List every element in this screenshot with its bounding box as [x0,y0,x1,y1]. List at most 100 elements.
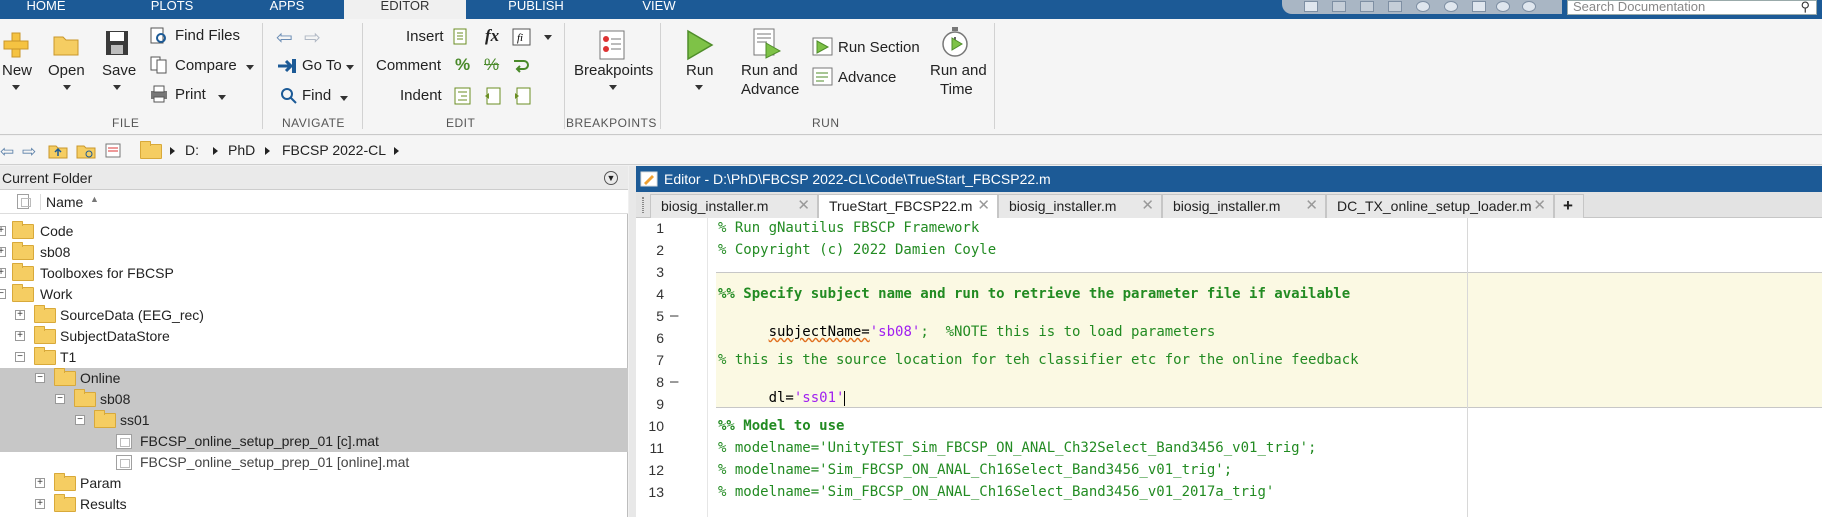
code-line[interactable]: subjectName='sb08'; %NOTE this is to loa… [718,308,1216,356]
insert-function-icon[interactable]: fx [485,26,499,46]
print-button[interactable]: Print [175,86,206,103]
editor-tab-biosig-installer-1[interactable]: biosig_installer.m ✕ [650,194,818,218]
search-icon[interactable]: ⚲ [1800,0,1810,13]
forward-icon[interactable]: ⇨ [22,142,36,162]
editor-tab-biosig-installer-3[interactable]: biosig_installer.m ✕ [1162,194,1326,218]
panel-actions-icon[interactable]: ▼ [604,171,618,185]
tab-home[interactable]: HOME [0,0,92,19]
advance-button[interactable]: Advance [838,69,896,86]
tree-folder-toolboxes[interactable]: + Toolboxes for FBCSP [0,263,628,284]
undo-icon[interactable] [1416,1,1430,12]
find-button[interactable]: Find [302,87,331,104]
insert-fi-icon[interactable]: fi [512,28,532,46]
run-and-advance-label-2[interactable]: Advance [741,81,799,98]
back-icon[interactable]: ⇦ [0,142,14,162]
tree-folder-results[interactable]: + Results [0,494,628,515]
save-button[interactable]: Save [102,62,136,79]
editor-tab-dc-tx-loader[interactable]: DC_TX_online_setup_loader.m ✕ [1326,194,1554,218]
expand-icon[interactable]: + [35,499,45,509]
uncomment-icon[interactable]: % [484,55,499,75]
code-line[interactable]: % Copyright (c) 2022 Damien Coyle [718,242,996,258]
switch-windows-icon[interactable] [1472,1,1486,12]
redo-icon[interactable] [1444,1,1458,12]
breakpoint-dash[interactable]: – [670,374,678,390]
insert-dropdown-caret[interactable] [544,35,552,40]
crumb-phd[interactable]: PhD [228,142,255,158]
collapse-icon[interactable]: − [15,352,25,362]
search-folder-icon[interactable] [104,142,124,159]
cut-icon[interactable] [1332,1,1346,12]
run-dropdown-caret[interactable] [695,85,703,90]
tab-apps[interactable]: APPS [232,0,342,19]
close-tab-icon[interactable]: ✕ [797,195,810,217]
tree-folder-subjectdatastore[interactable]: + SubjectDataStore [0,326,628,347]
new-dropdown-caret[interactable] [12,85,20,90]
community-icon[interactable] [1522,1,1536,12]
back-arrow-icon[interactable]: ⇦ [276,25,293,50]
close-tab-icon[interactable]: ✕ [1141,195,1154,217]
tab-publish[interactable]: PUBLISH [476,0,596,19]
code-area[interactable]: 1 2 3 4 5 – 6 7 8 – 9 10 11 12 13 % Run … [636,218,1822,517]
tree-folder-sb08[interactable]: + sb08 [0,242,628,263]
open-dropdown-caret[interactable] [63,85,71,90]
collapse-icon[interactable]: − [0,289,6,299]
collapse-icon[interactable]: − [35,373,45,383]
forward-arrow-icon[interactable]: ⇨ [304,25,321,50]
code-line[interactable]: % modelname='Sim_FBCSP_ON_ANAL_Ch16Selec… [718,484,1274,500]
code-line[interactable]: dl='ss01' [718,374,846,422]
breakpoints-button[interactable]: Breakpoints [574,62,653,79]
go-to-button[interactable]: Go To [302,57,342,74]
up-folder-icon[interactable] [48,142,68,159]
find-files-button[interactable]: Find Files [175,27,240,44]
code-line[interactable]: % modelname='Sim_FBCSP_ON_ANAL_Ch16Selec… [718,462,1232,478]
tree-folder-online[interactable]: − Online [0,368,628,389]
tab-plots[interactable]: PLOTS [112,0,232,19]
close-tab-icon[interactable]: ✕ [1305,195,1318,217]
copy-icon[interactable] [1360,1,1374,12]
increase-indent-icon[interactable] [484,87,502,105]
wrap-comments-icon[interactable] [512,57,532,75]
run-button[interactable]: Run [686,62,714,79]
print-dropdown-caret[interactable] [218,95,226,100]
run-section-button[interactable]: Run Section [838,39,920,56]
run-and-time-label-1[interactable]: Run and [930,62,987,79]
open-button[interactable]: Open [48,62,85,79]
tree-folder-work[interactable]: − Work [0,284,628,305]
code-line[interactable]: % this is the source location for teh cl… [718,352,1359,368]
find-dropdown-caret[interactable] [340,96,348,101]
close-tab-icon[interactable]: ✕ [1533,195,1546,217]
expand-icon[interactable]: + [15,310,25,320]
expand-icon[interactable]: + [15,331,25,341]
go-to-dropdown-caret[interactable] [346,65,354,70]
name-column-header[interactable]: Name ▲ [0,190,628,214]
tab-editor[interactable]: EDITOR [344,0,466,19]
editor-tab-truestart[interactable]: TrueStart_FBCSP22.m ✕ [818,194,998,219]
browse-folder-icon[interactable] [76,142,96,159]
new-tab-button[interactable]: + [1554,194,1584,218]
run-and-advance-label-1[interactable]: Run and [741,62,798,79]
help-icon[interactable] [1496,1,1510,12]
save-icon[interactable] [1304,1,1318,12]
expand-icon[interactable]: + [0,247,6,257]
expand-icon[interactable]: + [35,478,45,488]
tree-folder-sourcedata[interactable]: + SourceData (EEG_rec) [0,305,628,326]
run-and-time-label-2[interactable]: Time [940,81,973,98]
compare-button[interactable]: Compare [175,57,237,74]
panel-splitter[interactable] [629,166,636,517]
tab-view[interactable]: VIEW [600,0,718,19]
collapse-icon[interactable]: − [75,415,85,425]
code-line[interactable]: %% Model to use [718,418,844,434]
expand-icon[interactable]: + [0,268,6,278]
crumb-fbcsp[interactable]: FBCSP 2022-CL [282,142,386,158]
code-line[interactable]: % modelname='UnityTEST_Sim_FBCSP_ON_ANAL… [718,440,1316,456]
editor-tab-biosig-installer-2[interactable]: biosig_installer.m ✕ [998,194,1162,218]
tree-file-setup-prep-c[interactable]: FBCSP_online_setup_prep_01 [c].mat [0,431,628,452]
tree-folder-ss01[interactable]: − ss01 [0,410,628,431]
crumb-drive[interactable]: D: [185,142,199,158]
comment-icon[interactable]: % [455,55,470,75]
insert-section-icon[interactable] [452,28,470,46]
close-tab-icon[interactable]: ✕ [977,195,990,217]
search-documentation-input[interactable]: Search Documentation ⚲ [1567,0,1817,15]
smart-indent-icon[interactable] [454,87,472,105]
save-dropdown-caret[interactable] [113,85,121,90]
